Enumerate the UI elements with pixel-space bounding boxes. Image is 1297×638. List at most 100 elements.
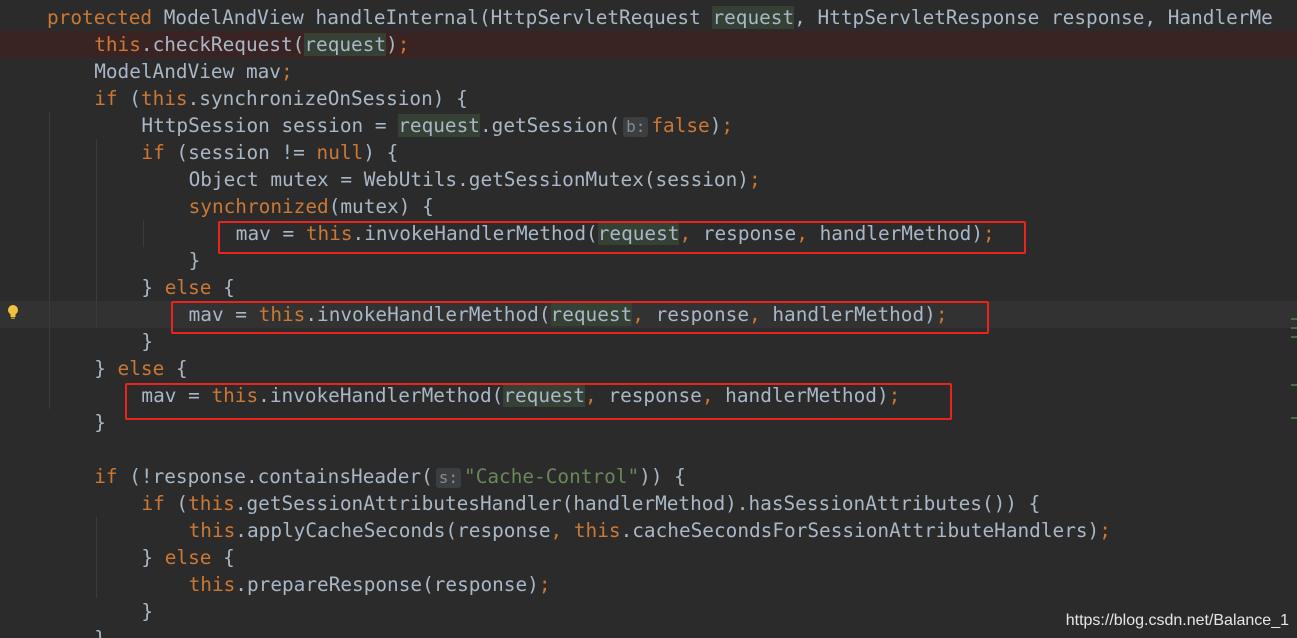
code-token: ) [386, 33, 398, 56]
code-token: this [94, 33, 141, 56]
code-token: HttpSession session = [141, 114, 399, 137]
indent-guide [96, 139, 98, 328]
code-line[interactable]: } else { [0, 544, 1297, 571]
code-token: this [188, 519, 236, 542]
scrollbar-marker[interactable] [1291, 384, 1297, 386]
code-line-text: } [141, 598, 153, 625]
code-token: .applyCacheSeconds(response [235, 519, 551, 542]
code-token: , HttpServletResponse response, HandlerM… [794, 6, 1273, 29]
code-token: "Cache-Control" [464, 465, 640, 488]
code-line[interactable]: ModelAndView mav; [0, 58, 1297, 85]
code-line[interactable]: protected ModelAndView handleInternal(Ht… [0, 4, 1297, 31]
code-token: ( [164, 492, 189, 515]
code-line[interactable] [0, 436, 1297, 463]
code-token: this [140, 87, 188, 110]
code-line-text: this.checkRequest(request); [94, 31, 409, 58]
code-token: null [316, 141, 364, 164]
parameter-hint: s: [435, 468, 462, 488]
code-line[interactable]: this.checkRequest(request); [0, 31, 1297, 58]
code-line-text: this.prepareResponse(response); [189, 571, 551, 598]
code-token: request [398, 114, 480, 137]
code-line[interactable]: } else { [0, 355, 1297, 382]
code-token: .checkRequest( [140, 33, 305, 56]
code-line[interactable]: if (!response.containsHeader(s: "Cache-Co… [0, 463, 1297, 490]
code-token: .getSessionAttributesHandler(handlerMeth… [234, 492, 1041, 515]
code-line-text: } else { [141, 274, 234, 301]
lightbulb-icon[interactable] [6, 304, 20, 320]
code-token: synchronized [188, 195, 329, 218]
code-token: } [141, 600, 154, 623]
watermark-text: https://blog.csdn.net/Balance_1 [1065, 612, 1289, 629]
code-token: } [94, 627, 106, 638]
code-token: } [188, 249, 201, 272]
code-token: Object mutex = WebUtils.getSessionMutex(… [188, 168, 749, 191]
code-line-text: } [94, 625, 106, 638]
code-token: .prepareResponse(response) [235, 573, 539, 596]
highlight-box-outer-else [125, 383, 952, 420]
code-token: ) [709, 114, 722, 137]
code-token: if [94, 87, 118, 110]
code-line[interactable]: this.applyCacheSeconds(response, this.ca… [0, 517, 1297, 544]
code-line[interactable]: Object mutex = WebUtils.getSessionMutex(… [0, 166, 1297, 193]
code-token: if [94, 465, 118, 488]
code-token: else [164, 276, 212, 299]
code-token: else [117, 357, 165, 380]
code-token: ModelAndView handleInternal(HttpServletR… [152, 6, 713, 29]
code-line-text: } else { [94, 355, 187, 382]
code-token: )) { [639, 465, 686, 488]
code-token: else [164, 546, 212, 569]
scrollbar-marker[interactable] [1291, 327, 1297, 329]
code-token: if [141, 141, 165, 164]
code-line-text: if (this.synchronizeOnSession) { [94, 85, 468, 112]
code-token: this [573, 519, 621, 542]
code-line-text: this.applyCacheSeconds(response, this.ca… [189, 517, 1111, 544]
code-token: ; [748, 168, 761, 191]
code-token: , [550, 519, 563, 542]
code-token: .synchronizeOnSession) { [187, 87, 468, 110]
code-token: (session != [164, 141, 317, 164]
code-token: ; [1099, 519, 1111, 542]
code-token: ; [538, 573, 551, 596]
code-token: { [211, 546, 235, 569]
code-token: { [164, 357, 188, 380]
code-token: ; [721, 114, 734, 137]
highlight-box-else [171, 301, 989, 334]
highlight-box-synchronized [218, 221, 1026, 254]
code-token: false [651, 114, 710, 137]
code-token: if [141, 492, 165, 515]
code-line-text: } [94, 409, 106, 436]
code-token: this [188, 573, 236, 596]
code-line-text: ModelAndView mav; [94, 58, 292, 85]
scrollbar-marker[interactable] [1291, 318, 1297, 320]
code-line[interactable]: if (this.synchronizeOnSession) { [0, 85, 1297, 112]
code-token: protected [47, 6, 153, 29]
code-token: ; [397, 33, 410, 56]
code-line[interactable]: if (session != null) { [0, 139, 1297, 166]
code-token: (mutex) { [328, 195, 434, 218]
code-token: this [188, 492, 235, 515]
code-line[interactable]: if (this.getSessionAttributesHandler(han… [0, 490, 1297, 517]
code-line-text: } [141, 328, 153, 355]
code-token: } [94, 411, 106, 434]
code-line-text: } [189, 247, 201, 274]
code-line-text: } else { [141, 544, 234, 571]
code-token: } [141, 276, 165, 299]
code-token: (!response.containsHeader( [117, 465, 433, 488]
code-line[interactable]: this.prepareResponse(response); [0, 571, 1297, 598]
code-token: ) { [363, 141, 399, 164]
indent-guide [143, 220, 145, 247]
code-line-text: if (this.getSessionAttributesHandler(han… [141, 490, 1040, 517]
code-line[interactable]: } else { [0, 274, 1297, 301]
code-line[interactable]: HttpSession session = request.getSession… [0, 112, 1297, 139]
scrollbar-marker[interactable] [1291, 336, 1297, 338]
code-token: } [141, 546, 165, 569]
code-line-text: if (!response.containsHeader(s: "Cache-Co… [94, 463, 686, 490]
scrollbar-marker[interactable] [1291, 417, 1297, 419]
code-line[interactable]: synchronized(mutex) { [0, 193, 1297, 220]
code-token: } [94, 357, 118, 380]
code-token: .getSession( [479, 114, 621, 137]
parameter-hint: b: [623, 117, 649, 137]
code-editor[interactable]: protected ModelAndView handleInternal(Ht… [0, 0, 1297, 638]
code-token: ModelAndView mav [94, 60, 281, 83]
